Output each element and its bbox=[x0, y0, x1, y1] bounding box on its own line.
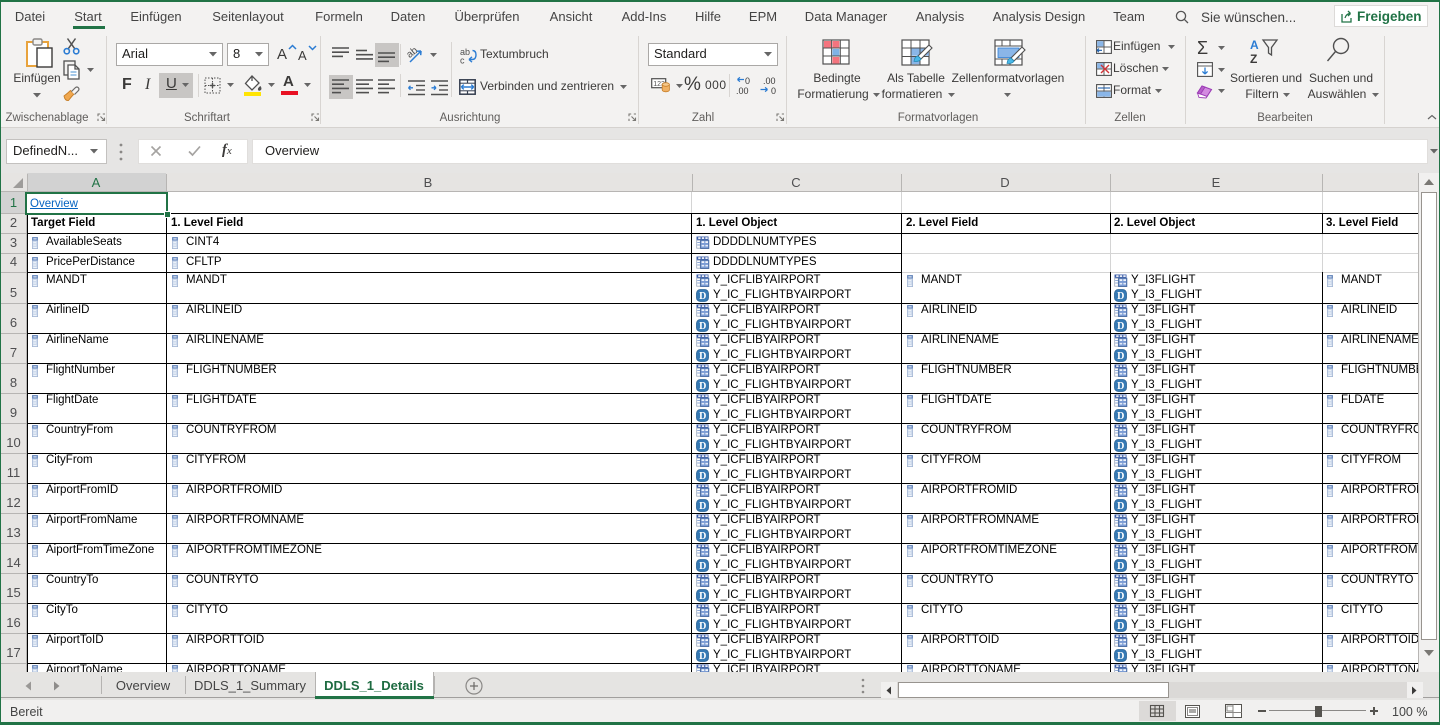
svg-text:Z: Z bbox=[1250, 52, 1257, 66]
svg-text:ab: ab bbox=[405, 45, 421, 61]
svg-text:.00: .00 bbox=[763, 76, 776, 86]
svg-text:0: 0 bbox=[745, 76, 750, 86]
svg-text:.00: .00 bbox=[736, 86, 749, 96]
svg-text:A: A bbox=[1250, 38, 1259, 52]
svg-text:0: 0 bbox=[771, 86, 776, 96]
svg-text:c: c bbox=[460, 56, 465, 66]
